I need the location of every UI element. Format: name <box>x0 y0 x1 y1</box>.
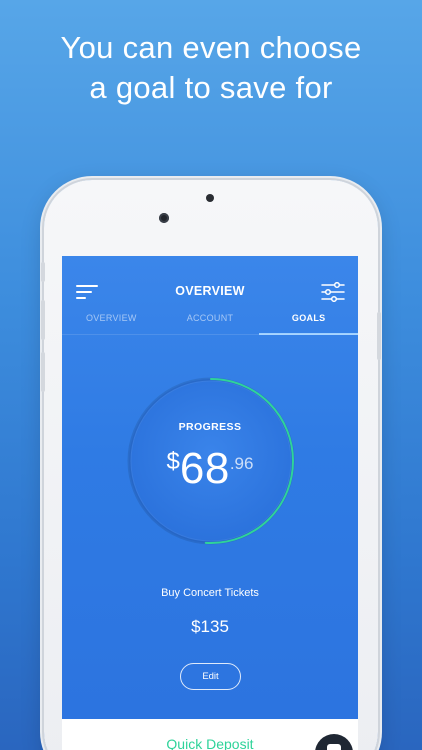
goal-target-amount: $135 <box>191 617 229 636</box>
phone-silent-switch <box>41 262 45 282</box>
tab-account[interactable]: ACCOUNT <box>161 309 260 335</box>
quick-deposit-panel: Quick Deposit <box>62 719 358 750</box>
app-screen: OVERVIEW OVERVIEW ACCOUNT GOALS PROGRESS… <box>62 256 358 750</box>
chat-icon <box>327 744 341 750</box>
quick-deposit-button[interactable]: Quick Deposit <box>62 736 358 750</box>
phone-sensor <box>159 213 169 223</box>
goal-name: Buy Concert Tickets <box>161 587 259 599</box>
tab-bar: OVERVIEW ACCOUNT GOALS <box>62 309 358 335</box>
phone-camera <box>206 194 214 202</box>
amount-currency: $ <box>166 448 180 475</box>
tab-overview[interactable]: OVERVIEW <box>62 309 161 335</box>
progress-label: PROGRESS <box>178 421 242 433</box>
tab-goals[interactable]: GOALS <box>259 309 358 335</box>
edit-button[interactable]: Edit <box>180 663 241 690</box>
sliders-icon[interactable] <box>321 281 345 303</box>
headline: You can even choose a goal to save for <box>0 28 422 108</box>
page-title: OVERVIEW <box>175 284 245 298</box>
tab-divider <box>62 334 358 335</box>
amount-cents: .96 <box>229 454 254 473</box>
phone-volume-down <box>41 352 45 392</box>
headline-line-2: a goal to save for <box>89 70 333 105</box>
phone-volume-up <box>41 300 45 340</box>
phone-power-button <box>377 312 381 360</box>
amount-whole: 68 <box>179 444 230 493</box>
headline-line-1: You can even choose <box>60 30 362 65</box>
progress-amount: $68.96 <box>62 444 358 494</box>
